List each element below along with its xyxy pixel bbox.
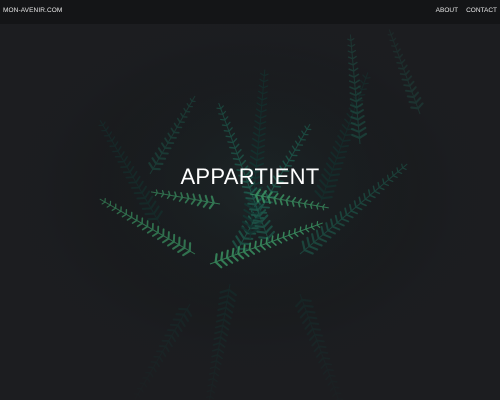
nav-link-contact[interactable]: CONTACT (466, 7, 497, 14)
page: MON-AVENIR.COM ABOUT CONTACT APPARTIENT (0, 0, 500, 400)
brand-link[interactable]: MON-AVENIR.COM (3, 7, 62, 14)
nav-link-about[interactable]: ABOUT (436, 7, 458, 14)
hero-title: APPARTIENT (180, 164, 320, 189)
hero-section: APPARTIENT (0, 24, 500, 400)
top-navbar: MON-AVENIR.COM ABOUT CONTACT (0, 0, 500, 24)
fern-leaves-background-image (0, 24, 500, 400)
nav-links: ABOUT CONTACT (436, 7, 497, 14)
